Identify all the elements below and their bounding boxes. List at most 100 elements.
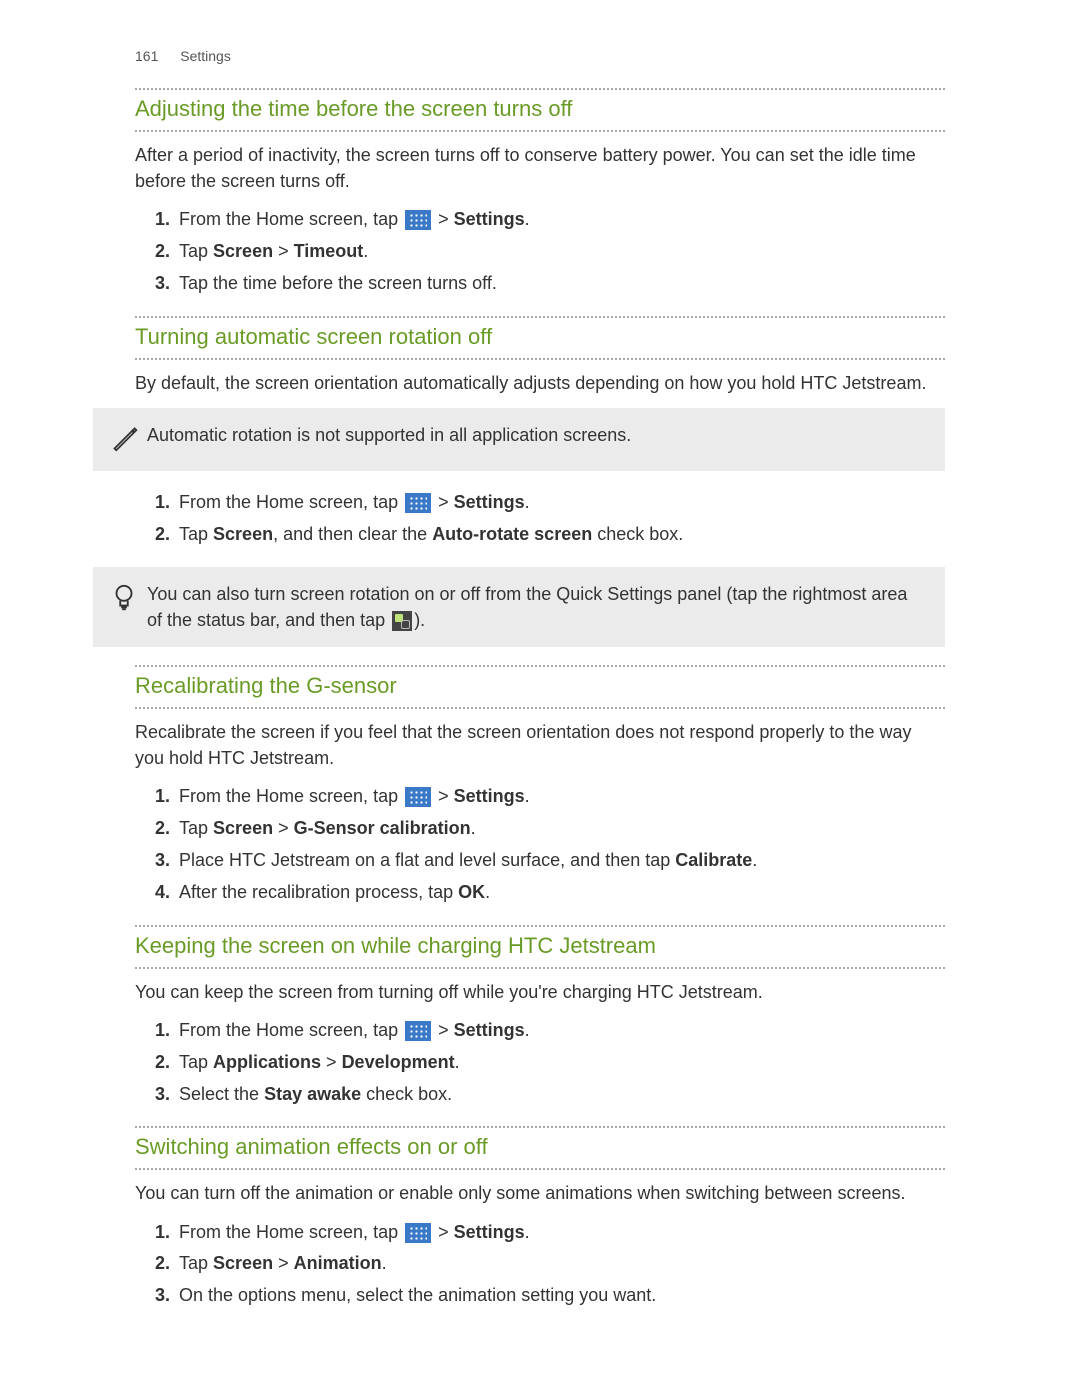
steps-list: 1. From the Home screen, tap > Settings.… (135, 783, 945, 907)
step-bold: Calibrate (675, 850, 752, 870)
section-intro: By default, the screen orientation autom… (135, 370, 945, 396)
step-text: > (433, 1222, 454, 1242)
step-text: . (525, 209, 530, 229)
divider (135, 316, 945, 318)
divider (135, 130, 945, 132)
section-intro: You can turn off the animation or enable… (135, 1180, 945, 1206)
step-text: > (273, 1253, 294, 1273)
step-item: 3. Tap the time before the screen turns … (155, 270, 945, 298)
step-text: . (455, 1052, 460, 1072)
step-bold: G-Sensor calibration (294, 818, 471, 838)
step-text: > (433, 1020, 454, 1040)
step-text: . (525, 786, 530, 806)
steps-list: 1. From the Home screen, tap > Settings.… (135, 206, 945, 298)
step-item: 1. From the Home screen, tap > Settings. (155, 783, 945, 811)
step-text: > (433, 209, 454, 229)
step-bold: Settings (454, 1222, 525, 1242)
divider (135, 967, 945, 969)
step-bold: Screen (213, 524, 273, 544)
step-text: check box. (592, 524, 683, 544)
lightbulb-icon (111, 581, 147, 618)
step-item: 2. Tap Screen > Animation. (155, 1250, 945, 1278)
step-bold: Applications (213, 1052, 321, 1072)
step-text: . (485, 882, 490, 902)
tip-text-part: You can also turn screen rotation on or … (147, 584, 907, 630)
step-text: check box. (361, 1084, 452, 1104)
apps-grid-icon (405, 210, 431, 230)
header-section-name: Settings (180, 48, 231, 64)
step-text: Tap (179, 818, 213, 838)
document-page: 161 Settings Adjusting the time before t… (0, 0, 1080, 1397)
step-text: > (433, 786, 454, 806)
step-text: . (525, 1222, 530, 1242)
step-item: 1. From the Home screen, tap > Settings. (155, 1017, 945, 1045)
step-bold: Screen (213, 1253, 273, 1273)
step-bold: Screen (213, 241, 273, 261)
step-item: 1. From the Home screen, tap > Settings. (155, 206, 945, 234)
section-heading: Recalibrating the G-sensor (135, 673, 945, 701)
apps-grid-icon (405, 1021, 431, 1041)
apps-grid-icon (405, 493, 431, 513)
apps-grid-icon (405, 787, 431, 807)
step-item: 1. From the Home screen, tap > Settings. (155, 489, 945, 517)
step-text: Tap (179, 1052, 213, 1072)
step-text: > (321, 1052, 342, 1072)
step-bold: OK (458, 882, 485, 902)
pencil-icon (111, 422, 147, 457)
tip-text-part: ). (414, 610, 425, 630)
step-text: Tap the time before the screen turns off… (179, 273, 497, 293)
step-bold: Settings (454, 209, 525, 229)
divider (135, 1168, 945, 1170)
tip-text: You can also turn screen rotation on or … (147, 581, 925, 633)
steps-list: 1. From the Home screen, tap > Settings.… (135, 1017, 945, 1109)
tip-callout: You can also turn screen rotation on or … (93, 567, 945, 647)
step-text: From the Home screen, tap (179, 492, 403, 512)
divider (135, 88, 945, 90)
step-text: Tap (179, 241, 213, 261)
step-text: . (382, 1253, 387, 1273)
step-bold: Settings (454, 1020, 525, 1040)
step-text: . (752, 850, 757, 870)
step-text: From the Home screen, tap (179, 209, 403, 229)
divider (135, 1126, 945, 1128)
quick-settings-icon (392, 611, 412, 631)
step-text: Place HTC Jetstream on a flat and level … (179, 850, 675, 870)
section-intro: After a period of inactivity, the screen… (135, 142, 945, 194)
step-item: 3. Select the Stay awake check box. (155, 1081, 945, 1109)
section-heading: Keeping the screen on while charging HTC… (135, 933, 945, 961)
page-number: 161 (135, 48, 158, 64)
step-item: 3. On the options menu, select the anima… (155, 1282, 945, 1310)
section-intro: Recalibrate the screen if you feel that … (135, 719, 945, 771)
step-item: 2. Tap Screen > G-Sensor calibration. (155, 815, 945, 843)
step-text: On the options menu, select the animatio… (179, 1285, 656, 1305)
step-text: From the Home screen, tap (179, 1222, 403, 1242)
step-item: 1. From the Home screen, tap > Settings. (155, 1219, 945, 1247)
divider (135, 707, 945, 709)
step-item: 2. Tap Screen > Timeout. (155, 238, 945, 266)
section-heading: Adjusting the time before the screen tur… (135, 96, 945, 124)
section-heading: Turning automatic screen rotation off (135, 324, 945, 352)
divider (135, 665, 945, 667)
step-bold: Settings (454, 492, 525, 512)
divider (135, 925, 945, 927)
apps-grid-icon (405, 1223, 431, 1243)
step-item: 4. After the recalibration process, tap … (155, 879, 945, 907)
step-text: > (273, 818, 294, 838)
step-item: 2. Tap Screen, and then clear the Auto-r… (155, 521, 945, 549)
step-text: From the Home screen, tap (179, 786, 403, 806)
running-header: 161 Settings (135, 48, 945, 64)
step-text: . (471, 818, 476, 838)
step-text: , and then clear the (273, 524, 432, 544)
step-item: 2. Tap Applications > Development. (155, 1049, 945, 1077)
step-bold: Screen (213, 818, 273, 838)
section-heading: Switching animation effects on or off (135, 1134, 945, 1162)
step-text: From the Home screen, tap (179, 1020, 403, 1040)
step-bold: Stay awake (264, 1084, 361, 1104)
step-bold: Auto-rotate screen (432, 524, 592, 544)
step-text: . (525, 1020, 530, 1040)
step-text: Tap (179, 524, 213, 544)
step-text: Tap (179, 1253, 213, 1273)
step-item: 3. Place HTC Jetstream on a flat and lev… (155, 847, 945, 875)
step-bold: Settings (454, 786, 525, 806)
step-text: > (273, 241, 294, 261)
